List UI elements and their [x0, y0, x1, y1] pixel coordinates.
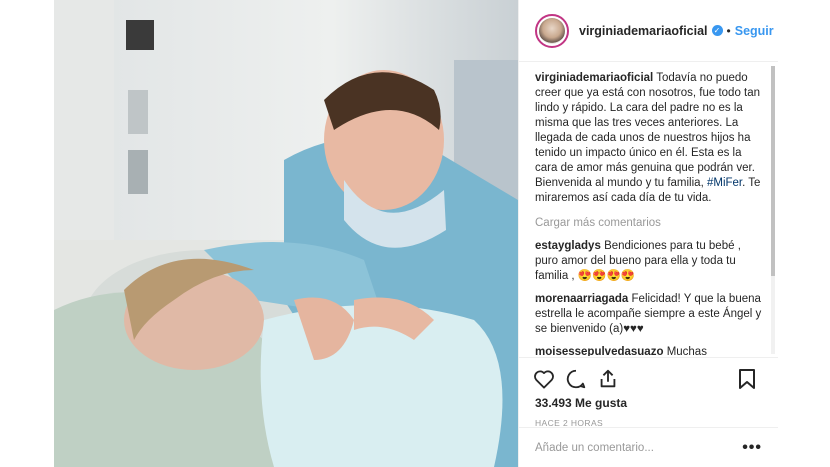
post-sidebar: virginiademariaoficial ✓ • Seguir virgin…	[518, 0, 778, 467]
more-options-icon[interactable]: •••	[742, 439, 762, 457]
comment-item: morenaarriagada Felicidad! Y que la buen…	[535, 292, 762, 337]
instagram-post: virginiademariaoficial ✓ • Seguir virgin…	[54, 0, 778, 467]
add-comment-bar: Añade un comentario... •••	[519, 427, 778, 467]
follow-button[interactable]: Seguir	[735, 24, 774, 38]
comment-icon[interactable]	[563, 366, 589, 392]
comment-item: estaygladys Bendiciones para tu bebé , p…	[535, 239, 762, 284]
add-comment-input[interactable]: Añade un comentario...	[535, 442, 742, 454]
avatar[interactable]	[535, 13, 569, 48]
caption-username[interactable]: virginiademariaoficial	[535, 72, 653, 84]
photo-illustration	[54, 0, 518, 467]
comments-scrollbar[interactable]	[771, 66, 775, 354]
post-actions: 33.493 Me gusta HACE 2 HORAS	[519, 357, 778, 428]
avatar-image	[539, 17, 565, 44]
comment-username[interactable]: morenaarriagada	[535, 293, 628, 305]
header-separator: •	[726, 23, 731, 38]
load-more-comments-button[interactable]: Cargar más comentarios	[535, 216, 762, 231]
likes-count[interactable]: 33.493 Me gusta	[535, 396, 766, 410]
comment-item: moisessepulvedasuazo Muchas felicidades …	[535, 345, 762, 356]
caption-text: Todavía no puedo creer que ya está con n…	[535, 72, 761, 189]
heart-icon[interactable]	[531, 366, 557, 392]
bookmark-icon[interactable]	[734, 366, 760, 392]
comment-username[interactable]: estaygladys	[535, 240, 601, 252]
header-username[interactable]: virginiademariaoficial	[579, 24, 708, 38]
comments-area: virginiademariaoficial Todavía no puedo …	[519, 63, 778, 356]
comment-username[interactable]: moisessepulvedasuazo	[535, 346, 663, 356]
action-icons	[531, 364, 766, 394]
share-icon[interactable]	[595, 366, 621, 392]
hashtag-link[interactable]: #MiFer	[707, 177, 742, 189]
verified-badge-icon: ✓	[711, 25, 723, 36]
scrollbar-thumb[interactable]	[771, 66, 775, 276]
post-photo[interactable]	[54, 0, 518, 467]
post-header: virginiademariaoficial ✓ • Seguir	[519, 0, 778, 62]
caption: virginiademariaoficial Todavía no puedo …	[535, 71, 762, 206]
